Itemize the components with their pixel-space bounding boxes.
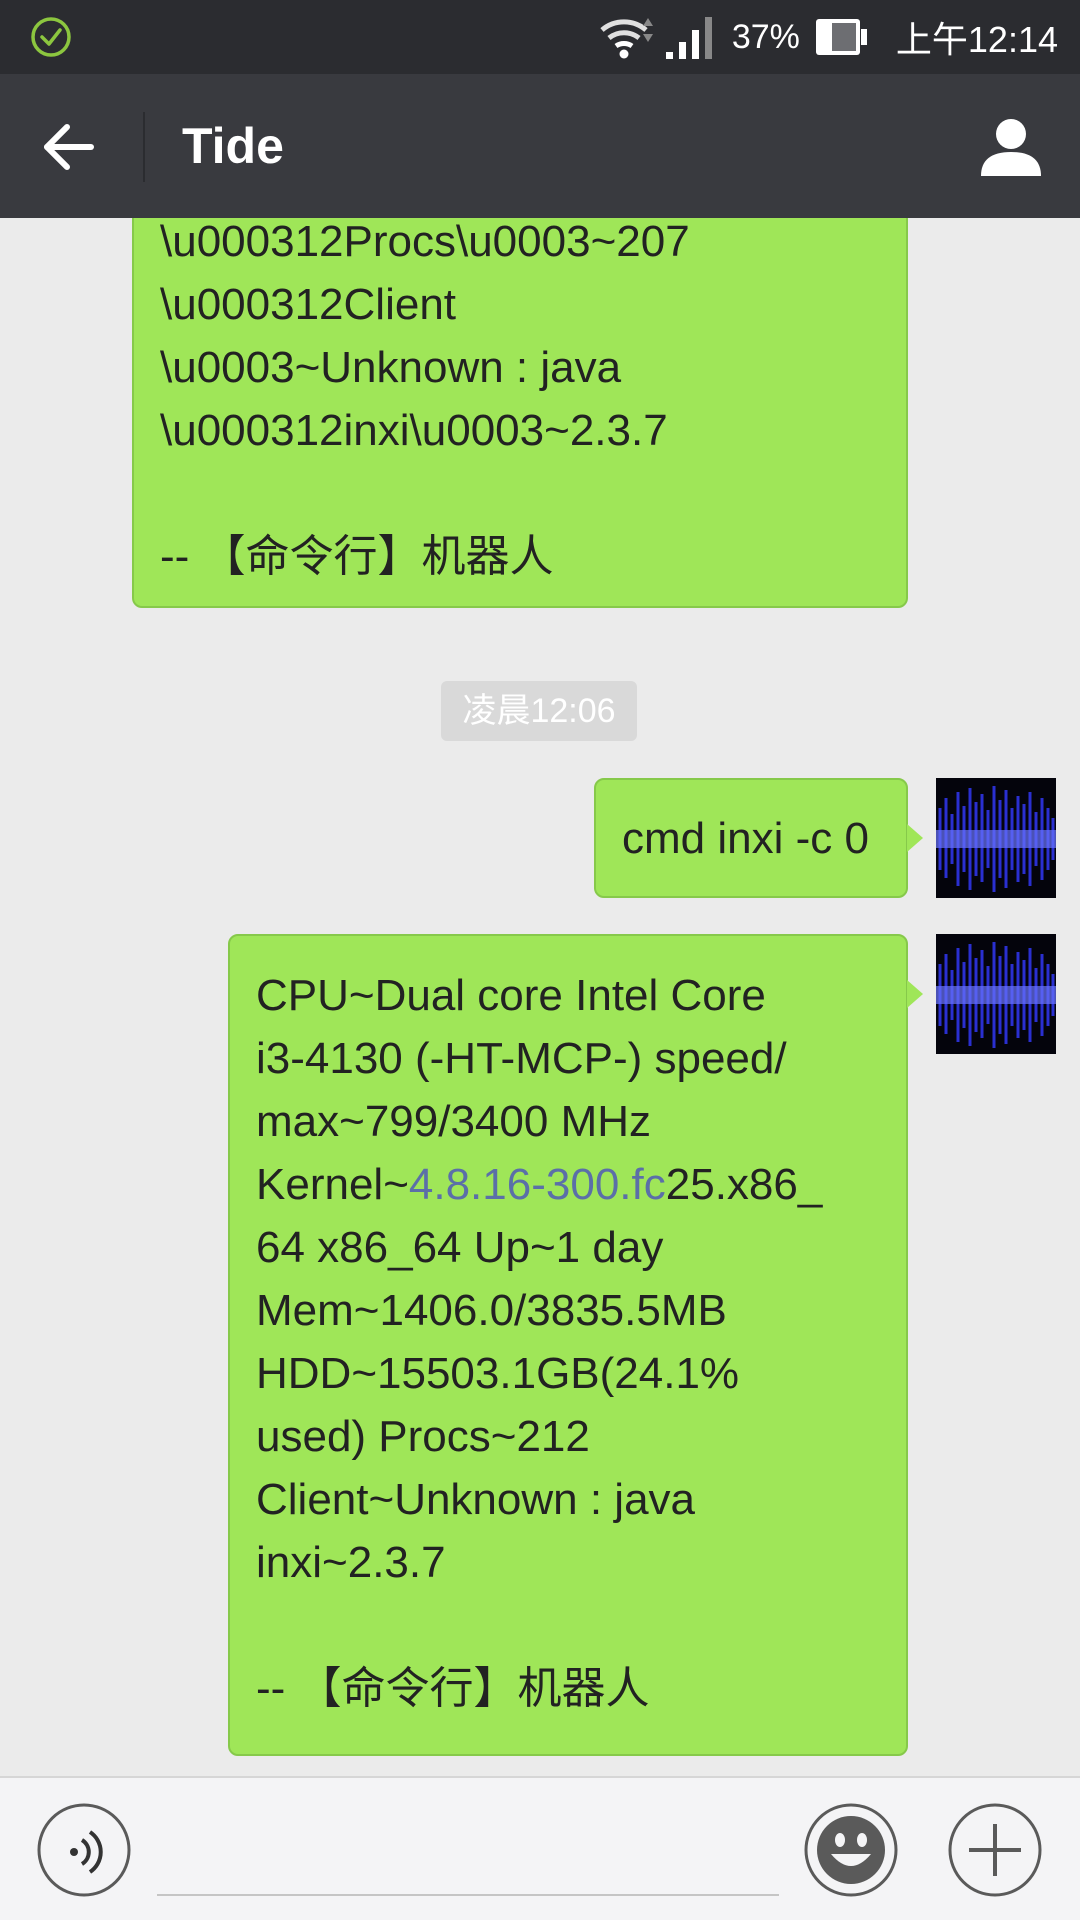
input-bar <box>0 1776 1080 1920</box>
bubble-tail <box>907 824 923 852</box>
message-line: inxi~2.3.7 <box>256 1538 446 1587</box>
message-line: CPU~Dual core Intel Core <box>256 971 766 1020</box>
status-bar: 37% 上午12:14 <box>0 0 1080 74</box>
message-bubble-previous[interactable]: \u000312Procs\u0003~207 \u000312Client \… <box>132 218 908 608</box>
voice-icon[interactable] <box>36 1802 132 1898</box>
back-button[interactable] <box>34 112 104 182</box>
wifi-icon <box>600 18 653 59</box>
battery-percent: 37% <box>731 17 800 56</box>
avatar[interactable] <box>936 934 1056 1054</box>
message-line: 64 x86_64 Up~1 day <box>256 1223 664 1272</box>
timestamp: 凌晨12:06 <box>441 681 637 741</box>
signal-icon <box>665 17 712 59</box>
message-line: used) Procs~212 <box>256 1412 590 1461</box>
bubble-tail <box>907 980 923 1008</box>
message-bubble-command[interactable]: cmd inxi -c 0 <box>594 778 908 898</box>
kernel-version-link[interactable]: 4.8.16-300.fc <box>409 1160 666 1209</box>
message-line: \u000312Client <box>160 280 457 329</box>
message-text: cmd inxi -c 0 <box>622 814 869 863</box>
kernel-prefix: Kernel~ <box>256 1160 409 1209</box>
avatar-waveform-image <box>936 934 1056 1054</box>
plus-icon[interactable] <box>947 1802 1043 1898</box>
status-time: 上午12:14 <box>895 19 1058 60</box>
message-line: \u0003~Unknown : java <box>160 343 622 392</box>
arrow-left-icon <box>44 124 94 170</box>
avatar-waveform-image <box>936 778 1056 898</box>
avatar[interactable] <box>936 778 1056 898</box>
message-bubble-reply[interactable]: CPU~Dual core Intel Core i3-4130 (-HT-MC… <box>228 934 908 1756</box>
message-signature: -- 【命令行】机器人 <box>160 532 554 581</box>
message-line: HDD~15503.1GB(24.1% <box>256 1349 740 1398</box>
message-line: \u000312inxi\u0003~2.3.7 <box>160 406 668 455</box>
message-line: i3-4130 (-HT-MCP-) speed/ <box>256 1034 787 1083</box>
emoji-icon[interactable] <box>803 1802 899 1898</box>
message-line: Client~Unknown : java <box>256 1475 696 1524</box>
chat-area[interactable]: \u000312Procs\u0003~207 \u000312Client \… <box>0 218 1080 1776</box>
message-signature: -- 【命令行】机器人 <box>256 1664 650 1713</box>
kernel-suffix: 25.x86_ <box>665 1160 823 1209</box>
person-icon[interactable] <box>978 114 1044 180</box>
header-divider <box>143 112 145 182</box>
message-line: \u000312Procs\u0003~207 <box>160 218 690 266</box>
chat-title: Tide <box>182 118 284 174</box>
message-line: Mem~1406.0/3835.5MB <box>256 1286 727 1335</box>
battery-icon <box>815 19 867 55</box>
check-circle-icon <box>31 17 71 57</box>
chat-header: Tide <box>0 74 1080 218</box>
message-input[interactable] <box>157 1830 779 1896</box>
message-line: max~799/3400 MHz <box>256 1097 651 1146</box>
message-line: Kernel~4.8.16-300.fc25.x86_ <box>256 1153 880 1216</box>
